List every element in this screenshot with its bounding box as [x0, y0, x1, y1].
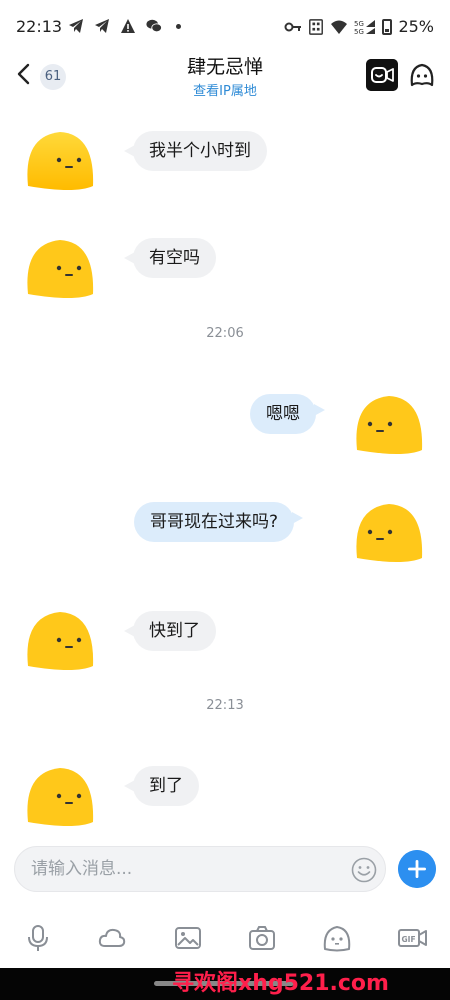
navigation-bar: 寻欢阁xhg521.com: [0, 968, 450, 1000]
image-icon[interactable]: [174, 924, 202, 952]
microphone-icon[interactable]: [24, 924, 52, 952]
wifi-icon: [331, 20, 348, 34]
gif-label: GIF: [402, 935, 416, 944]
message-input[interactable]: [31, 847, 341, 891]
avatar[interactable]: [25, 128, 95, 192]
key-icon: [284, 22, 302, 31]
avatar[interactable]: [354, 500, 424, 564]
incoming-message-bubble[interactable]: 到了: [124, 766, 199, 806]
warning-icon: [121, 19, 135, 33]
cloud-icon[interactable]: [98, 924, 126, 952]
telegram-icon: [95, 19, 109, 33]
telegram-icon: [69, 19, 83, 33]
video-call-icon[interactable]: [366, 59, 398, 91]
nfc-icon: [309, 18, 324, 35]
notification-icons: [68, 18, 181, 34]
input-toolbar: GIF: [0, 916, 450, 960]
status-time: 22:13: [16, 17, 63, 36]
emoji-icon[interactable]: [351, 857, 377, 883]
avatar[interactable]: [354, 392, 424, 456]
incoming-message-bubble[interactable]: 我半个小时到: [124, 131, 267, 171]
watermark: 寻欢阁xhg521.com: [172, 971, 389, 996]
battery-icon: [382, 18, 393, 35]
wechat-icon: [146, 19, 162, 33]
message-timestamp: 22:06: [206, 326, 244, 341]
chat-header: 61 肆无忌惮 查看IP属地: [0, 44, 450, 104]
avatar[interactable]: [25, 608, 95, 672]
incoming-message-bubble[interactable]: 有空吗: [124, 238, 216, 278]
sticker-face-icon[interactable]: [323, 924, 351, 952]
add-plus-icon[interactable]: [398, 850, 436, 888]
incoming-message-bubble[interactable]: 快到了: [124, 611, 216, 651]
svg-text:5G: 5G: [354, 20, 364, 28]
more-notifications-dot: [176, 23, 181, 29]
gif-icon[interactable]: GIF: [398, 924, 428, 952]
camera-icon[interactable]: [248, 924, 276, 952]
outgoing-message-bubble[interactable]: 哥哥现在过来吗?: [134, 502, 304, 542]
avatar[interactable]: [25, 236, 95, 300]
avatar[interactable]: [25, 764, 95, 828]
battery-percent: 25%: [398, 17, 434, 36]
status-right: 5G 5G 25%: [284, 17, 434, 36]
message-timestamp: 22:13: [206, 698, 244, 713]
message-composer: [14, 846, 386, 892]
outgoing-message-bubble[interactable]: 嗯嗯: [250, 394, 325, 434]
ghost-profile-icon[interactable]: [408, 61, 436, 89]
cellular-signal-icon: 5G5G: [354, 19, 376, 35]
svg-text:5G: 5G: [354, 28, 364, 35]
